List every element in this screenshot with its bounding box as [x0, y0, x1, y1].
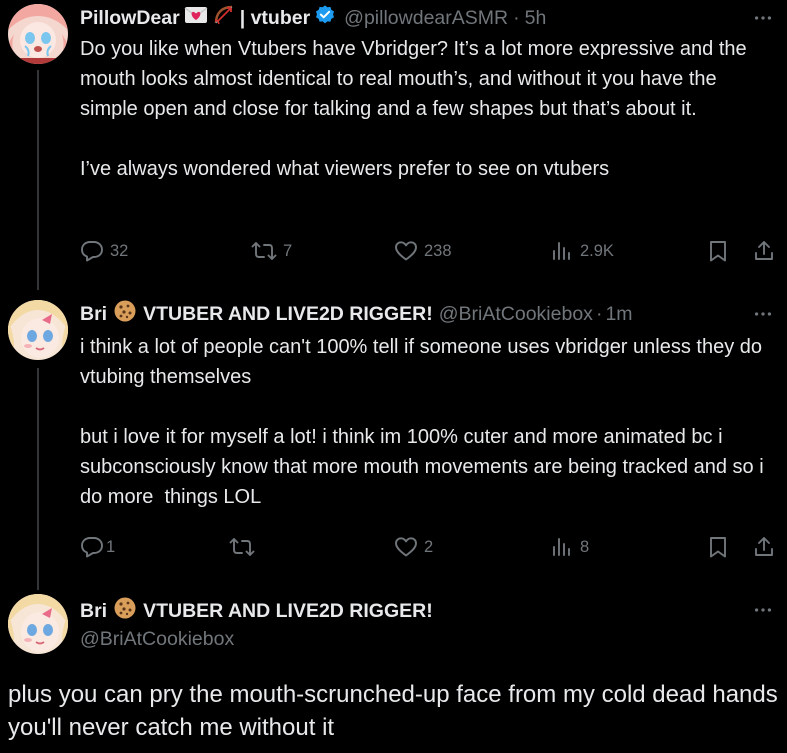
- more-dots-icon: [754, 312, 772, 316]
- heart-icon: [395, 537, 417, 557]
- cookie-emoji: [113, 596, 137, 626]
- love-letter-emoji: [184, 5, 208, 31]
- display-name[interactable]: Bri: [80, 303, 107, 326]
- heart-icon: [395, 241, 417, 261]
- share-button[interactable]: [752, 236, 782, 266]
- reply-icon: [81, 537, 103, 558]
- like-button[interactable]: 2: [394, 532, 433, 562]
- views-button[interactable]: 2.9K: [550, 236, 614, 266]
- verified-badge-icon[interactable]: [314, 4, 336, 32]
- like-count: 2: [424, 537, 434, 556]
- more-options-button[interactable]: [749, 596, 777, 624]
- repost-count: 7: [283, 241, 293, 260]
- views-chart-icon: [553, 242, 570, 260]
- post-bri-reply[interactable]: Bri VTUBER AND LIVE2D RIGGER! @BriAtCook…: [0, 296, 787, 586]
- bookmark-button[interactable]: [706, 532, 736, 562]
- action-bar: 32 7 238 2.9K: [80, 236, 787, 266]
- display-name-suffix[interactable]: VTUBER AND LIVE2D RIGGER!: [143, 600, 433, 623]
- post-header: Bri VTUBER AND LIVE2D RIGGER!: [80, 596, 433, 626]
- action-bar: 1 2 8: [80, 532, 787, 562]
- view-count: 8: [580, 537, 590, 556]
- avatar[interactable]: [8, 300, 68, 360]
- display-name[interactable]: Bri: [80, 600, 107, 623]
- post-bri-focus[interactable]: Bri VTUBER AND LIVE2D RIGGER! @BriAtCook…: [0, 590, 787, 753]
- repost-icon: [229, 538, 255, 556]
- bookmark-button[interactable]: [706, 236, 736, 266]
- post-pillowdear[interactable]: PillowDear | vtuber @pillowdearASMR · 5h…: [0, 0, 787, 290]
- share-icon: [755, 241, 773, 260]
- more-options-button[interactable]: [749, 4, 777, 32]
- post-header: PillowDear | vtuber @pillowdearASMR · 5h: [80, 4, 787, 32]
- timestamp[interactable]: 5h: [525, 7, 547, 30]
- separator-dot: ·: [513, 6, 520, 29]
- views-chart-icon: [553, 538, 570, 556]
- display-name-suffix[interactable]: VTUBER AND LIVE2D RIGGER!: [143, 303, 433, 326]
- view-count: 2.9K: [580, 241, 614, 260]
- handle[interactable]: @BriAtCookiebox: [80, 628, 234, 651]
- share-button[interactable]: [752, 532, 782, 562]
- cookie-emoji: [113, 299, 137, 329]
- post-header: Bri VTUBER AND LIVE2D RIGGER! @BriAtCook…: [80, 300, 787, 328]
- repost-button[interactable]: 7: [251, 236, 292, 266]
- like-count: 238: [424, 241, 452, 260]
- reply-count: 1: [106, 537, 116, 556]
- avatar[interactable]: [8, 594, 68, 654]
- handle[interactable]: @BriAtCookiebox: [439, 303, 593, 326]
- post-text: Do you like when Vtubers have Vbridger? …: [80, 38, 747, 180]
- more-options-button[interactable]: [749, 300, 777, 328]
- post-text: plus you can pry the mouth-scrunched-up …: [8, 681, 778, 741]
- more-dots-icon: [754, 16, 772, 20]
- reply-count: 32: [110, 241, 129, 260]
- bow-and-arrow-emoji: [212, 3, 236, 33]
- reply-icon: [81, 241, 103, 262]
- avatar[interactable]: [8, 4, 68, 64]
- repost-icon: [251, 242, 277, 260]
- separator-dot: ·: [595, 302, 603, 325]
- like-button[interactable]: 238: [394, 236, 452, 266]
- views-button[interactable]: 8: [550, 532, 589, 562]
- reply-button[interactable]: 1: [80, 532, 115, 562]
- handle[interactable]: @pillowdearASMR: [344, 7, 508, 30]
- bookmark-icon: [710, 537, 726, 558]
- display-name[interactable]: PillowDear: [80, 7, 180, 30]
- display-name-suffix[interactable]: | vtuber: [240, 7, 310, 30]
- timestamp[interactable]: 1m: [605, 303, 632, 326]
- share-icon: [755, 537, 773, 556]
- more-dots-icon: [754, 608, 772, 612]
- repost-button[interactable]: [229, 532, 261, 562]
- reply-button[interactable]: 32: [80, 236, 128, 266]
- post-text: i think a lot of people can't 100% tell …: [80, 336, 764, 508]
- bookmark-icon: [710, 241, 726, 262]
